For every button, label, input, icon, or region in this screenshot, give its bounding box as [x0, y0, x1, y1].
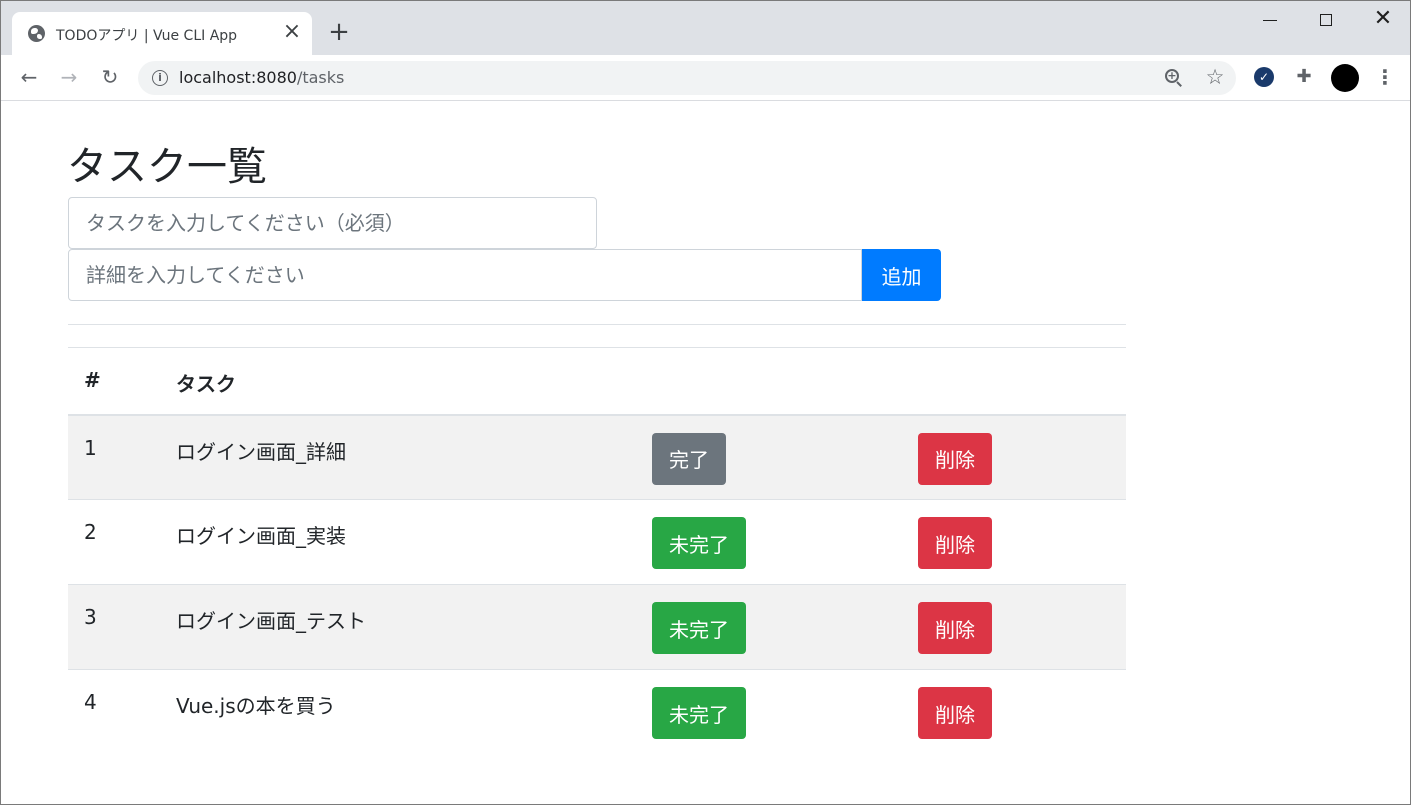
status-button[interactable]: 完了	[652, 432, 726, 485]
header-delete	[918, 348, 1126, 415]
table-row: 2 ログイン画面_実装 未完了 削除	[68, 500, 1126, 585]
close-window-button[interactable]: ✕	[1373, 7, 1393, 31]
task-name: ログイン画面_実装	[176, 524, 346, 548]
add-button[interactable]: 追加	[862, 249, 941, 301]
task-number: 4	[84, 690, 97, 714]
status-button[interactable]: 未完了	[652, 517, 746, 569]
table-row: 3 ログイン画面_テスト 未完了 削除	[68, 584, 1126, 670]
task-name: Vue.jsの本を買う	[176, 694, 336, 718]
divider	[68, 324, 1126, 325]
check-circle-icon[interactable]: ✓	[1254, 67, 1274, 87]
browser-window: TODOアプリ | Vue CLI App × + ✕ ← → ↻ i loca…	[0, 0, 1411, 805]
reload-icon[interactable]: ↻	[98, 65, 122, 89]
tab-strip: TODOアプリ | Vue CLI App × + ✕	[1, 1, 1410, 55]
task-name: ログイン画面_詳細	[176, 439, 346, 464]
header-task: タスク	[176, 372, 236, 396]
puzzle-icon[interactable]: ✚	[1293, 66, 1315, 88]
status-button[interactable]: 未完了	[652, 602, 746, 654]
browser-toolbar: ← → ↻ i localhost:8080/tasks + ☆ ✓ ✚ ⋮	[1, 55, 1410, 101]
info-icon[interactable]: i	[152, 70, 168, 86]
more-vertical-icon[interactable]: ⋮	[1375, 65, 1395, 89]
task-number: 3	[84, 605, 97, 629]
url-path: /tasks	[296, 68, 345, 87]
url-text[interactable]: localhost:8080/tasks	[179, 68, 344, 87]
status-button[interactable]: 未完了	[652, 687, 746, 739]
task-number: 2	[84, 520, 97, 544]
zoom-in-icon[interactable]: +	[1165, 69, 1183, 87]
table-header-row: # タスク	[68, 347, 1126, 415]
tab-title: TODOアプリ | Vue CLI App	[56, 28, 238, 44]
avatar[interactable]	[1331, 64, 1359, 92]
task-number: 1	[84, 435, 97, 460]
page-content: タスク一覧 追加 # タスク 1 ログイン画面_詳細 完了 削除	[1, 101, 1410, 804]
new-tab-button[interactable]: +	[327, 19, 351, 45]
delete-button[interactable]: 削除	[918, 602, 992, 654]
task-name: ログイン画面_テスト	[176, 609, 366, 633]
delete-button[interactable]: 削除	[918, 687, 992, 739]
url-host: localhost:8080	[179, 68, 297, 87]
detail-input[interactable]	[68, 249, 862, 301]
maximize-window-button[interactable]	[1320, 14, 1332, 26]
table-row: 1 ログイン画面_詳細 完了 削除	[68, 414, 1126, 500]
task-input[interactable]	[68, 197, 597, 249]
address-bar[interactable]: i localhost:8080/tasks + ☆	[138, 61, 1236, 95]
delete-button[interactable]: 削除	[918, 432, 992, 485]
header-status	[652, 348, 918, 415]
delete-button[interactable]: 削除	[918, 517, 992, 569]
table-row: 4 Vue.jsの本を買う 未完了 削除	[68, 670, 1126, 755]
page-title: タスク一覧	[67, 144, 267, 190]
minimize-window-button[interactable]	[1263, 20, 1277, 21]
arrow-left-icon[interactable]: ←	[17, 65, 41, 89]
header-number: #	[84, 368, 101, 392]
arrow-right-icon[interactable]: →	[57, 65, 81, 89]
browser-tab[interactable]: TODOアプリ | Vue CLI App ×	[12, 12, 312, 55]
star-icon[interactable]: ☆	[1204, 65, 1226, 89]
globe-icon	[28, 25, 45, 42]
task-table: # タスク 1 ログイン画面_詳細 完了 削除 2 ログイン画面_実装 未完了	[68, 347, 1126, 755]
close-tab-icon[interactable]: ×	[282, 21, 302, 45]
